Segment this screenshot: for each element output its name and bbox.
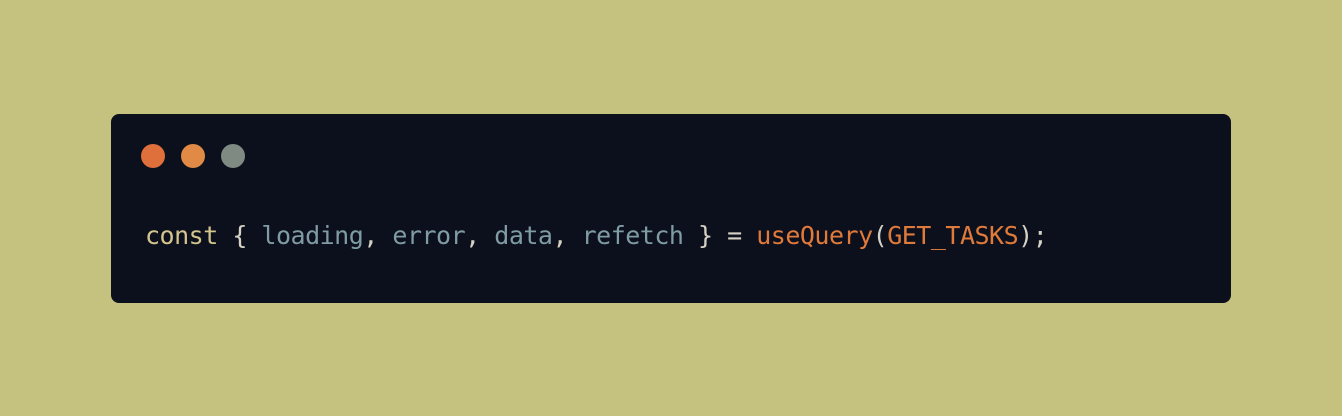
punctuation: { (217, 221, 262, 250)
keyword-const: const (145, 221, 218, 250)
punctuation: , (465, 221, 495, 250)
variable-refetch: refetch (581, 221, 684, 250)
variable-error: error (392, 221, 466, 250)
code-line: const { loading, error, data, refetch } … (145, 218, 1048, 254)
punctuation: ); (1018, 221, 1048, 250)
punctuation: , (552, 221, 582, 250)
canvas-background: { "window": { "controls": [ {"name": "cl… (0, 0, 1342, 416)
variable-loading: loading (261, 221, 364, 250)
minimize-dot-icon[interactable] (181, 144, 205, 168)
function-usequery: useQuery (756, 221, 873, 250)
punctuation: } = (683, 221, 757, 250)
maximize-dot-icon[interactable] (221, 144, 245, 168)
code-window: const { loading, error, data, refetch } … (111, 114, 1231, 303)
window-controls (141, 144, 245, 168)
constant-get-tasks: GET_TASKS (887, 221, 1019, 250)
punctuation: , (363, 221, 393, 250)
punctuation: ( (872, 221, 888, 250)
variable-data: data (494, 221, 553, 250)
close-dot-icon[interactable] (141, 144, 165, 168)
